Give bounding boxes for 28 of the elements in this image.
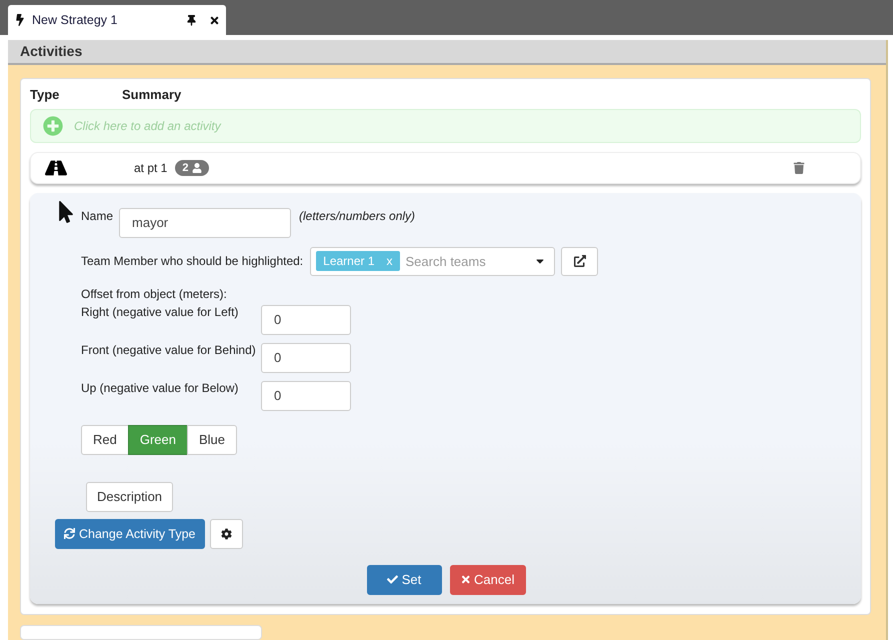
team-search-placeholder: Search teams xyxy=(406,254,487,269)
offset-field[interactable]: 0 xyxy=(261,380,351,411)
offset-label: Right (negative value for Left) xyxy=(81,304,240,319)
add-activity-text: Click here to add an activity xyxy=(74,118,221,133)
offset-title: Offset from object (meters): xyxy=(81,286,227,301)
name-label: Name xyxy=(81,208,114,223)
panel-title: Activities xyxy=(8,40,886,65)
set-button[interactable]: Set xyxy=(366,564,442,595)
description-button[interactable]: Description xyxy=(86,482,174,512)
activity-summary: at pt 1 xyxy=(134,160,168,175)
offset-label: Front (negative value for Behind) xyxy=(81,342,257,357)
offset-label: Up (negative value for Below) xyxy=(81,380,240,395)
name-field[interactable]: mayor xyxy=(119,208,292,238)
team-label: Team Member who should be highlighted: xyxy=(81,254,304,268)
cancel-button[interactable]: Cancel xyxy=(450,564,526,595)
color-option[interactable]: Red xyxy=(81,424,129,455)
change-activity-type-button[interactable]: Change Activity Type xyxy=(55,518,205,549)
name-hint: (letters/numbers only) xyxy=(299,208,416,223)
offset-field[interactable]: 0 xyxy=(261,304,351,335)
strategy-tab[interactable]: New Strategy 1 xyxy=(8,5,226,35)
column-header: Type xyxy=(30,87,60,102)
tab-title: New Strategy 1 xyxy=(32,13,118,27)
activity-row[interactable]: at pt 1 2 xyxy=(30,152,861,184)
color-option[interactable]: Blue xyxy=(187,424,238,455)
member-badge: 2 xyxy=(175,160,210,176)
offset-field[interactable]: 0 xyxy=(261,342,351,373)
team-tag: Learner 1 x xyxy=(316,251,400,272)
column-header: Summary xyxy=(122,87,182,102)
